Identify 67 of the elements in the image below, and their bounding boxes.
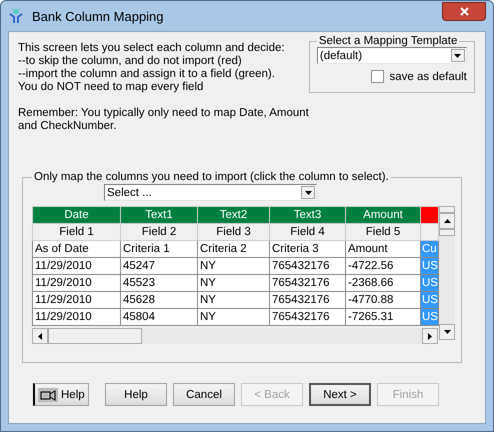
table-cell[interactable]: NY [198,308,270,326]
camera-icon [38,388,58,402]
table-cell[interactable]: 45628 [120,292,198,308]
column-mapping-header[interactable]: Text2 [198,206,270,224]
template-dropdown[interactable]: (default) [316,47,467,64]
close-icon [460,6,468,16]
field-number-cell: Field 1 [32,224,120,240]
table-cell[interactable]: 11/29/2010 [32,258,120,274]
table-cell[interactable]: -4770.88 [346,292,420,308]
column-mapping-header[interactable]: Amount [346,206,420,224]
field-number-cell: Field 4 [270,224,346,240]
group-legend: Only map the columns you need to import (click the column to select). [32,171,391,183]
table-cell[interactable]: As of Date [32,240,120,258]
scroll-down-icon [444,330,450,334]
table-cell[interactable]: Criteria 3 [270,240,346,258]
app-icon [8,8,24,24]
table-cell[interactable]: 765432176 [270,274,346,292]
instruction-text: This screen lets you select each column and decide: [18,42,286,55]
column-mapping-header[interactable]: Text3 [270,206,346,224]
window-title: Bank Column Mapping [32,8,165,24]
reminder-text: Remember: You typically only need to map Date, Amount [18,107,309,120]
scroll-left-icon [38,332,42,340]
dialog-button[interactable]: Cancel [173,383,235,406]
dropdown-arrow-icon [304,190,312,194]
context-help-button[interactable]: Help [33,383,89,406]
column-mapping-header[interactable]: Text1 [120,206,198,224]
save-default-checkbox[interactable] [370,70,384,83]
instruction-text: --import the column and assign it to a field (green). [18,68,276,81]
field-number-cell: Field 3 [198,224,270,240]
table-cell[interactable]: 45523 [120,274,198,292]
table-cell[interactable]: 765432176 [270,258,346,274]
table-cell[interactable]: 11/29/2010 [32,292,120,308]
table-cell[interactable]: 11/29/2010 [32,274,120,292]
table-cell[interactable]: 765432176 [270,308,346,326]
field-number-cell: Field 2 [120,224,198,240]
table-cell[interactable]: NY [198,258,270,274]
vertical-scrollbar[interactable] [439,206,455,340]
column-mapping-header[interactable]: Date [32,206,120,224]
instruction-text: You do NOT need to map every field [18,81,204,94]
table-cell[interactable]: -2368.66 [346,274,420,292]
table-cell[interactable]: NY [198,292,270,308]
table-cell[interactable]: 765432176 [270,292,346,308]
dialog-button[interactable]: Next > [309,383,371,406]
table-cell[interactable]: 45804 [120,308,198,326]
reminder-text: and CheckNumber. [18,120,118,133]
instruction-text: --to skip the column, and do not import (red) [18,55,243,68]
group-legend: Select a Mapping Template [316,35,460,47]
table-cell[interactable]: -4722.56 [346,258,420,274]
scroll-box[interactable] [439,206,455,213]
table-cell[interactable]: 11/29/2010 [32,308,120,326]
table-cell[interactable]: Amount [346,240,420,258]
table-cell[interactable]: NY [198,274,270,292]
table-cell[interactable]: Criteria 2 [198,240,270,258]
scroll-thumb[interactable] [439,229,455,236]
scroll-right-icon [428,332,432,340]
table-cell[interactable]: Criteria 1 [120,240,198,258]
horizontal-scrollbar[interactable] [32,328,438,344]
field-dropdown[interactable]: Select ... [104,184,317,201]
checkbox-label: save as default [390,70,467,82]
table-cell[interactable]: 45247 [120,258,198,274]
dropdown-arrow-icon [454,54,462,58]
scroll-up-icon [444,219,450,223]
table-cell[interactable]: -7265.31 [346,308,420,326]
field-number-cell: Field 5 [346,224,420,240]
close-button[interactable] [442,2,486,20]
dialog-button[interactable]: Help [105,383,167,406]
column-mapping-header[interactable] [420,206,438,224]
